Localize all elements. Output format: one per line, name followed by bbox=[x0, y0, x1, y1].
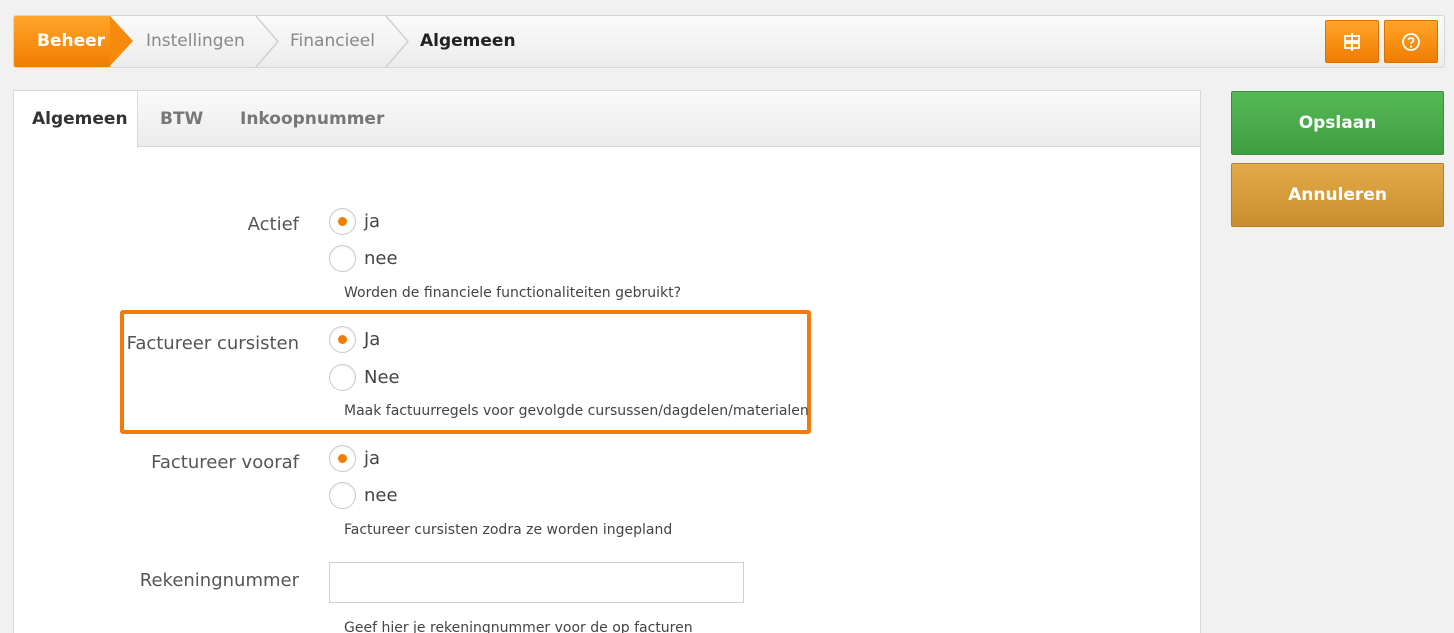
radio-button[interactable] bbox=[329, 482, 356, 509]
radio-label: ja bbox=[364, 448, 381, 469]
factureer-cursisten-label: Factureer cursisten bbox=[126, 333, 299, 354]
factureer-vooraf-label: Factureer vooraf bbox=[151, 452, 299, 473]
breadcrumb-home[interactable]: Beheer bbox=[14, 16, 110, 67]
help-button[interactable] bbox=[1384, 20, 1438, 63]
radio-label: nee bbox=[364, 485, 398, 506]
radio-button[interactable] bbox=[329, 208, 356, 235]
actief-help-text: Worden de financiele functionaliteiten g… bbox=[344, 285, 682, 301]
radio-label: nee bbox=[364, 248, 398, 269]
help-icon bbox=[1402, 32, 1420, 51]
signpost-icon bbox=[1344, 32, 1360, 51]
tab-btw[interactable]: BTW bbox=[160, 91, 203, 147]
rekeningnummer-input[interactable] bbox=[329, 562, 744, 603]
breadcrumb-separator-icon bbox=[255, 16, 279, 67]
save-button[interactable]: Opslaan bbox=[1231, 91, 1444, 155]
radio-label: ja bbox=[364, 211, 381, 232]
radio-label: Nee bbox=[364, 367, 400, 388]
cancel-button[interactable]: Annuleren bbox=[1231, 163, 1444, 227]
signpost-button[interactable] bbox=[1325, 20, 1379, 63]
breadcrumb-home-arrow bbox=[110, 16, 133, 66]
rekeningnummer-label: Rekeningnummer bbox=[139, 570, 299, 591]
factureer-vooraf-radio-ja[interactable]: ja bbox=[329, 445, 380, 472]
actief-radio-ja[interactable]: ja bbox=[329, 208, 380, 235]
radio-button[interactable] bbox=[329, 364, 356, 391]
breadcrumb-current: Algemeen bbox=[420, 31, 516, 51]
factureer-cursisten-radio-ja[interactable]: Ja bbox=[329, 326, 380, 353]
radio-label: Ja bbox=[364, 329, 381, 350]
radio-button[interactable] bbox=[329, 445, 356, 472]
actief-label: Actief bbox=[247, 214, 299, 235]
radio-selected-dot bbox=[338, 217, 347, 226]
factureer-vooraf-radio-nee[interactable]: nee bbox=[329, 482, 398, 509]
radio-selected-dot bbox=[338, 454, 347, 463]
factureer-cursisten-help-text: Maak factuurregels voor gevolgde cursuss… bbox=[344, 403, 809, 419]
factureer-cursisten-radio-nee[interactable]: Nee bbox=[329, 364, 400, 391]
radio-button[interactable] bbox=[329, 245, 356, 272]
tab-algemeen[interactable]: Algemeen bbox=[14, 91, 138, 148]
actief-radio-nee[interactable]: nee bbox=[329, 245, 398, 272]
breadcrumb-bar: Beheer Instellingen Financieel Algemeen bbox=[13, 15, 1445, 68]
breadcrumb-item-instellingen[interactable]: Instellingen bbox=[146, 16, 245, 67]
rekeningnummer-help-text: Geef hier je rekeningnummer voor de op f… bbox=[344, 620, 693, 633]
breadcrumb-separator-icon bbox=[385, 16, 409, 67]
radio-selected-dot bbox=[338, 335, 347, 344]
tab-inkoopnummer[interactable]: Inkoopnummer bbox=[240, 91, 384, 147]
radio-button[interactable] bbox=[329, 326, 356, 353]
factureer-vooraf-help-text: Factureer cursisten zodra ze worden inge… bbox=[344, 522, 673, 538]
breadcrumb-item-financieel[interactable]: Financieel bbox=[290, 16, 375, 67]
tab-bar: Algemeen BTW Inkoopnummer bbox=[14, 91, 1200, 148]
